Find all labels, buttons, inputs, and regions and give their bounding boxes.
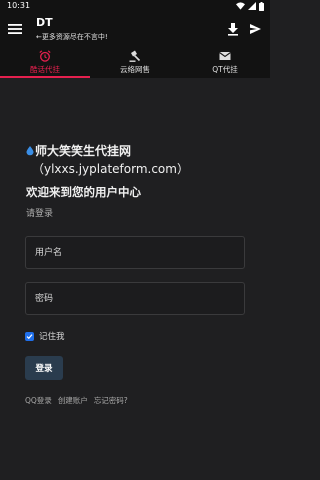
drop-icon: [26, 146, 34, 156]
tab-kuhua[interactable]: 酷话代挂: [0, 46, 90, 78]
forgot-password-link[interactable]: 忘记密码?: [94, 395, 128, 406]
tab-label: QT代挂: [212, 65, 238, 74]
welcome-heading: 欢迎来到您的用户中心: [26, 185, 141, 199]
wifi-icon: [236, 2, 245, 10]
tab-qt[interactable]: QT代挂: [180, 46, 270, 78]
password-input[interactable]: [25, 282, 245, 315]
tab-label: 云络网售: [120, 65, 150, 74]
status-icons: [236, 1, 264, 11]
remember-me-label: 记住我: [39, 332, 65, 342]
share-icon[interactable]: [248, 22, 262, 36]
signal-icon: [248, 2, 256, 10]
tab-yunluo[interactable]: 云络网售: [90, 46, 180, 78]
download-icon[interactable]: [226, 22, 240, 36]
gavel-icon: [129, 50, 141, 62]
checkbox-checked[interactable]: [25, 331, 34, 341]
site-brand: 师大笑笑生代挂网 （ylxxs.jyplateform.com）: [26, 142, 266, 178]
alarm-icon: [39, 50, 51, 62]
tab-bar: 酷话代挂 云络网售 QT代挂: [0, 46, 270, 78]
menu-icon[interactable]: [8, 23, 22, 35]
login-panel: 师大笑笑生代挂网 （ylxxs.jyplateform.com） 欢迎来到您的用…: [0, 78, 270, 480]
username-input[interactable]: [25, 236, 245, 269]
app-bar: DT ←更多资源尽在不言中!: [0, 12, 270, 46]
mail-icon: [219, 52, 231, 60]
create-account-link[interactable]: 创建账户: [58, 395, 88, 406]
app-title: DT: [36, 16, 53, 29]
check-icon: [26, 333, 33, 339]
battery-icon: [259, 1, 264, 11]
remember-me-checkbox[interactable]: 记住我: [25, 330, 65, 342]
qq-login-link[interactable]: QQ登录: [25, 395, 52, 406]
login-button[interactable]: 登录: [25, 356, 63, 380]
site-domain: （ylxxs.jyplateform.com）: [32, 162, 189, 176]
tab-label: 酷话代挂: [30, 65, 60, 74]
status-bar: 10:31: [0, 0, 270, 12]
site-name: 师大笑笑生代挂网: [35, 144, 132, 158]
login-hint: 请登录: [26, 209, 54, 219]
status-time: 10:31: [7, 1, 31, 10]
auth-links: QQ登录 创建账户 忘记密码?: [25, 395, 128, 406]
app-subtitle: ←更多资源尽在不言中!: [36, 33, 108, 41]
